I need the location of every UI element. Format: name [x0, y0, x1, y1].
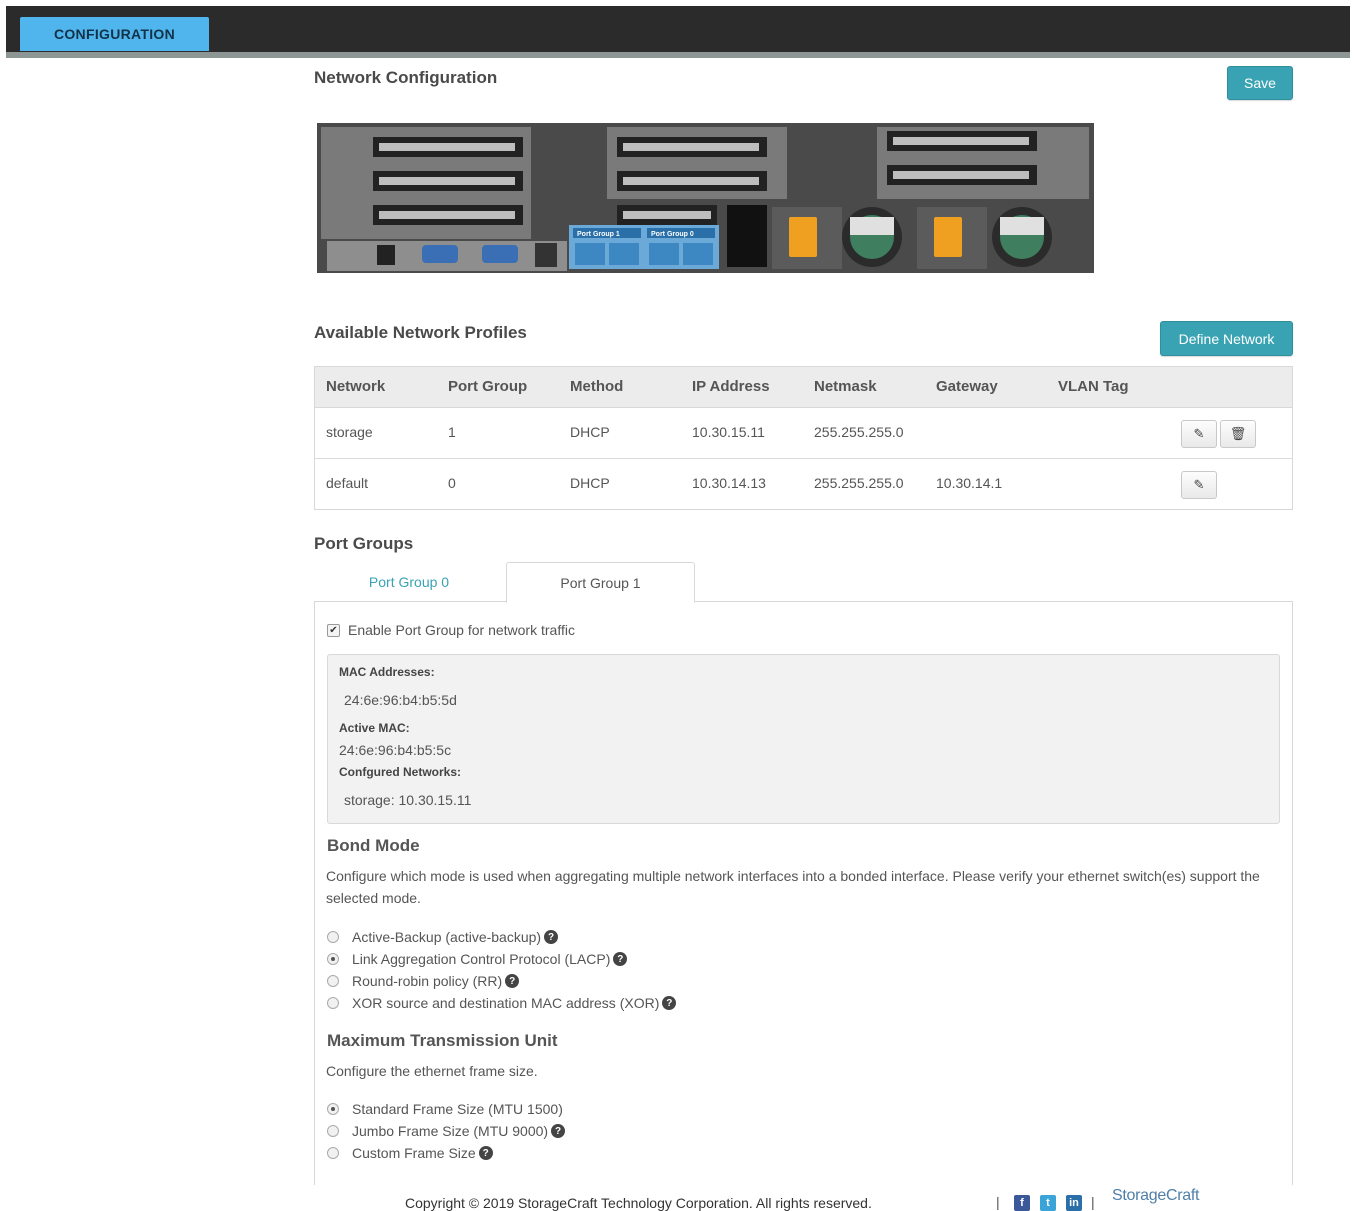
top-bar-divider: [6, 52, 1350, 58]
mtu-option-custom[interactable]: Custom Frame Size?: [327, 1145, 493, 1161]
edit-icon: ✎: [1193, 477, 1205, 492]
cell-network: default: [326, 475, 369, 491]
mtu-option-label: Jumbo Frame Size (MTU 9000): [352, 1123, 549, 1139]
enable-port-group-label: Enable Port Group for network traffic: [348, 622, 575, 638]
table-row: storage 1 DHCP 10.30.15.11 255.255.255.0…: [315, 408, 1292, 459]
define-network-button[interactable]: Define Network: [1160, 321, 1293, 356]
bond-option-round-robin[interactable]: Round-robin policy (RR)?: [327, 973, 520, 989]
cell-ip-address: 10.30.15.11: [692, 424, 765, 440]
radio-button[interactable]: [327, 1147, 339, 1159]
bond-option-lacp[interactable]: Link Aggregation Control Protocol (LACP)…: [327, 951, 628, 967]
separator: |: [996, 1194, 1000, 1210]
cell-method: DHCP: [570, 424, 610, 440]
port-group-info-box: MAC Addresses: 24:6e:96:b4:b5:5d Active …: [327, 654, 1280, 824]
network-profiles-table: Network Port Group Method IP Address Net…: [314, 366, 1293, 510]
bond-option-label: Link Aggregation Control Protocol (LACP): [352, 951, 611, 967]
column-header-gateway: Gateway: [936, 378, 998, 395]
help-icon[interactable]: ?: [544, 930, 559, 944]
bond-option-xor[interactable]: XOR source and destination MAC address (…: [327, 995, 677, 1011]
radio-button[interactable]: [327, 1125, 339, 1137]
delete-network-button[interactable]: 🗑: [1220, 420, 1256, 448]
help-icon[interactable]: ?: [551, 1124, 566, 1138]
column-header-method: Method: [570, 378, 624, 395]
column-header-port-group: Port Group: [448, 378, 528, 395]
bond-mode-title: Bond Mode: [327, 836, 420, 855]
port-group-0-label: Port Group 0: [651, 231, 694, 238]
cell-network: storage: [326, 424, 373, 440]
cell-method: DHCP: [570, 475, 610, 491]
configured-networks-value: storage: 10.30.15.11: [344, 792, 472, 808]
column-header-netmask: Netmask: [814, 378, 877, 395]
separator: |: [1091, 1194, 1095, 1210]
mtu-option-standard[interactable]: Standard Frame Size (MTU 1500): [327, 1101, 563, 1117]
mtu-option-jumbo[interactable]: Jumbo Frame Size (MTU 9000)?: [327, 1123, 566, 1139]
linkedin-icon[interactable]: in: [1066, 1195, 1082, 1211]
tab-port-group-1[interactable]: Port Group 1: [506, 562, 695, 603]
cell-ip-address: 10.30.14.13: [692, 475, 766, 491]
configuration-tab[interactable]: CONFIGURATION: [20, 17, 209, 51]
help-icon[interactable]: ?: [505, 974, 520, 988]
table-header: Network Port Group Method IP Address Net…: [315, 367, 1292, 408]
facebook-icon[interactable]: f: [1014, 1195, 1030, 1211]
twitter-icon[interactable]: t: [1040, 1195, 1056, 1211]
edit-icon: ✎: [1193, 426, 1205, 441]
mac-addresses-label: MAC Addresses:: [339, 665, 435, 679]
enable-port-group-checkbox-row[interactable]: ✔ Enable Port Group for network traffic: [327, 622, 575, 638]
help-icon[interactable]: ?: [478, 1146, 493, 1160]
page-title: Network Configuration: [314, 68, 498, 87]
bond-option-label: Round-robin policy (RR): [352, 973, 503, 989]
port-groups-title: Port Groups: [314, 534, 414, 553]
mtu-option-label: Custom Frame Size: [352, 1145, 476, 1161]
radio-button[interactable]: [327, 931, 339, 943]
column-header-vlan-tag: VLAN Tag: [1058, 378, 1129, 395]
edit-network-button[interactable]: ✎: [1181, 420, 1217, 448]
cell-netmask: 255.255.255.0: [814, 424, 904, 440]
configured-networks-label: Confgured Networks:: [339, 765, 462, 779]
mtu-option-label: Standard Frame Size (MTU 1500): [352, 1101, 563, 1117]
tab-port-group-0[interactable]: Port Group 0: [314, 562, 504, 601]
trash-icon: 🗑: [1229, 426, 1247, 441]
cell-port-group: 0: [448, 475, 456, 491]
column-header-network: Network: [326, 378, 386, 395]
radio-button[interactable]: [327, 1103, 339, 1115]
radio-button[interactable]: [327, 997, 339, 1009]
radio-button[interactable]: [327, 975, 339, 987]
radio-button[interactable]: [327, 953, 339, 965]
port-group-1-label: Port Group 1: [577, 231, 620, 238]
cell-netmask: 255.255.255.0: [814, 475, 904, 491]
cell-port-group: 1: [448, 424, 456, 440]
copyright-text: Copyright © 2019 StorageCraft Technology…: [405, 1195, 872, 1211]
storagecraft-logo-link[interactable]: StorageCraft: [1112, 1187, 1199, 1205]
server-rear-panel-image: Port Group 1 Port Group 0: [317, 123, 1094, 273]
enable-port-group-checkbox[interactable]: ✔: [327, 623, 340, 637]
bond-option-label: Active-Backup (active-backup): [352, 929, 542, 945]
active-mac-value: 24:6e:96:b4:b5:5c: [339, 742, 452, 758]
active-mac-label: Active MAC:: [339, 721, 410, 735]
edit-network-button[interactable]: ✎: [1181, 471, 1217, 499]
bond-mode-description: Configure which mode is used when aggreg…: [326, 868, 1260, 906]
mac-addresses-value: 24:6e:96:b4:b5:5d: [344, 692, 457, 708]
save-button[interactable]: Save: [1227, 66, 1293, 100]
bond-option-label: XOR source and destination MAC address (…: [352, 995, 660, 1011]
cell-gateway: 10.30.14.1: [936, 475, 1003, 491]
mtu-title: Maximum Transmission Unit: [327, 1031, 558, 1050]
mtu-description: Configure the ethernet frame size.: [326, 1063, 538, 1079]
profiles-title: Available Network Profiles: [314, 323, 527, 342]
help-icon[interactable]: ?: [613, 952, 628, 966]
table-row: default 0 DHCP 10.30.14.13 255.255.255.0…: [315, 459, 1292, 509]
column-header-ip-address: IP Address: [692, 378, 770, 395]
help-icon[interactable]: ?: [662, 996, 677, 1010]
bond-option-active-backup[interactable]: Active-Backup (active-backup)?: [327, 929, 559, 945]
